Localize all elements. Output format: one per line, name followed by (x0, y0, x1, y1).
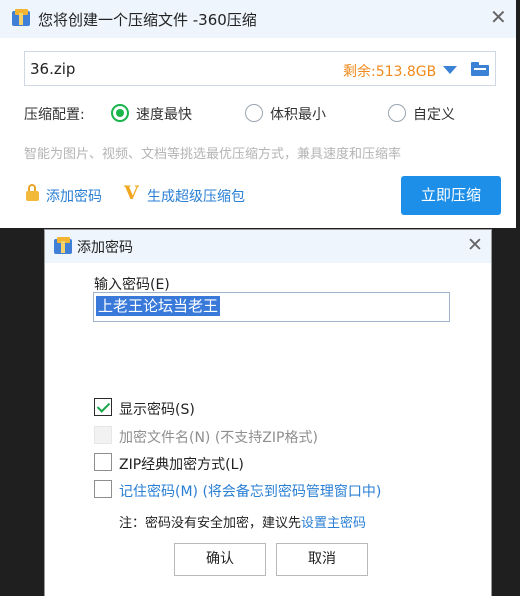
radio-custom[interactable] (388, 104, 406, 122)
cancel-button[interactable]: 取消 (276, 543, 368, 576)
radio-custom-label[interactable]: 自定义 (413, 104, 455, 124)
encrypt-filenames-checkbox (94, 426, 112, 444)
chevron-down-icon[interactable] (443, 66, 457, 74)
password-dialog-titlebar[interactable]: 添加密码 ✕ (45, 230, 491, 263)
compress-config-label: 压缩配置: (24, 107, 85, 123)
security-note-text: 注：密码没有安全加密，建议先 (119, 516, 302, 531)
lock-icon (26, 184, 40, 201)
radio-smallest[interactable] (245, 104, 263, 122)
close-icon[interactable]: ✕ (490, 7, 507, 27)
encrypt-filenames-label: 加密文件名(N) (不支持ZIP格式) (119, 430, 318, 446)
set-master-password-link[interactable]: 设置主密码 (301, 516, 366, 531)
remember-password-checkbox[interactable] (94, 480, 112, 498)
compress-hint-text: 智能为图片、视频、文档等挑选最优压缩方式，兼具速度和压缩率 (24, 147, 402, 162)
compress-window-title: 您将创建一个压缩文件 -360压缩 (38, 11, 257, 29)
compress-now-button[interactable]: 立即压缩 (401, 176, 501, 215)
show-password-label[interactable]: 显示密码(S) (119, 399, 195, 419)
radio-fastest[interactable] (111, 104, 129, 122)
add-password-dialog: 添加密码 ✕ 输入密码(E) 上老王论坛当老王 显示密码(S) 加密文件名(N)… (44, 229, 492, 596)
compress-window-titlebar[interactable]: 您将创建一个压缩文件 -360压缩 ✕ (0, 0, 516, 38)
password-input-label: 输入密码(E) (94, 277, 170, 293)
show-password-checkbox[interactable] (94, 398, 112, 416)
archive-app-icon (12, 9, 32, 27)
radio-smallest-label[interactable]: 体积最小 (270, 104, 326, 124)
zip-classic-encryption-label[interactable]: ZIP经典加密方式(L) (119, 454, 244, 474)
add-password-link[interactable]: 添加密码 (46, 186, 102, 206)
radio-fastest-label[interactable]: 速度最快 (136, 104, 192, 124)
archive-path-field[interactable]: 36.zip 剩余:513.8GB (24, 51, 496, 86)
security-note: 注：密码没有安全加密，建议先设置主密码 (119, 512, 366, 531)
folder-icon[interactable] (471, 62, 489, 76)
zip-classic-encryption-checkbox[interactable] (94, 453, 112, 471)
archive-path-value[interactable]: 36.zip (30, 60, 75, 78)
super-pack-icon: V (124, 182, 139, 204)
super-pack-link[interactable]: 生成超级压缩包 (147, 186, 245, 206)
password-input[interactable]: 上老王论坛当老王 (93, 292, 450, 322)
password-dialog-title: 添加密码 (77, 240, 133, 256)
archive-app-icon (54, 237, 74, 255)
free-space-text: 剩余:513.8GB (343, 64, 437, 80)
compress-window: 您将创建一个压缩文件 -360压缩 ✕ 36.zip 剩余:513.8GB 压缩… (0, 0, 516, 228)
confirm-button[interactable]: 确认 (174, 543, 266, 576)
password-value[interactable]: 上老王论坛当老王 (96, 296, 221, 316)
close-icon[interactable]: ✕ (467, 235, 483, 255)
remember-password-label[interactable]: 记住密码(M) (将会备忘到密码管理窗口中) (119, 481, 381, 501)
